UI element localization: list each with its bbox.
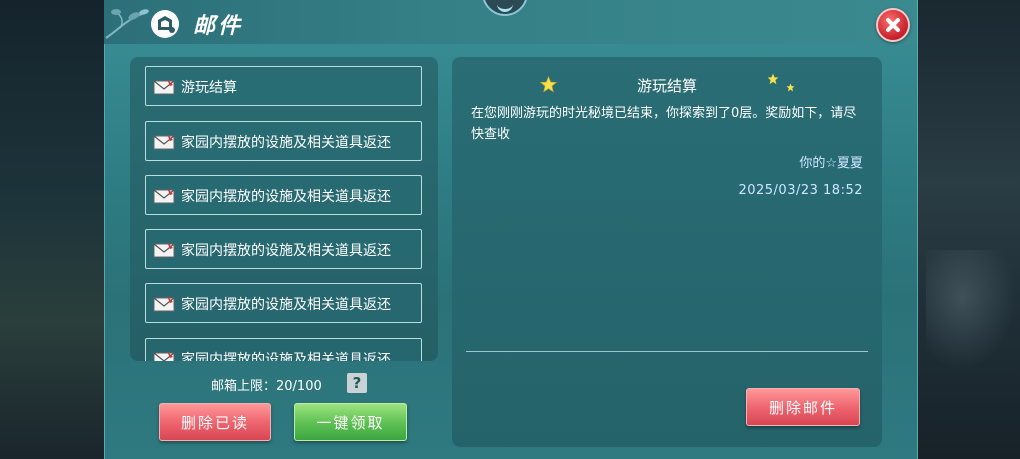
- mail-subject: 家园内摆放的设施及相关道具返还: [181, 243, 391, 259]
- delete-read-button[interactable]: 删除已读: [159, 403, 271, 441]
- mail-subject: 游玩结算: [181, 80, 237, 96]
- help-button[interactable]: ?: [347, 373, 367, 393]
- envelope-icon: [153, 79, 175, 95]
- envelope-icon: [153, 242, 175, 258]
- mail-list-item[interactable]: 家园内摆放的设施及相关道具返还: [145, 283, 422, 323]
- page-title: 邮件: [193, 14, 244, 39]
- mail-list[interactable]: 游玩结算 家园内摆放的设施及相关道具返还 家园内摆放的设施及相关道具返还 家园内…: [130, 57, 438, 361]
- divider: [466, 351, 868, 352]
- mail-subject: 家园内摆放的设施及相关道具返还: [181, 352, 391, 361]
- mail-detail-panel: 游玩结算 在您刚刚游玩的时光秘境已结束，你探索到了0层。奖励如下，请尽快查收 你…: [452, 57, 882, 447]
- envelope-icon: [153, 296, 175, 312]
- mail-subject: 家园内摆放的设施及相关道具返还: [181, 297, 391, 313]
- mail-list-item[interactable]: 家园内摆放的设施及相关道具返还: [145, 121, 422, 161]
- mail-detail-title: 游玩结算: [636, 77, 697, 95]
- envelope-icon: [153, 351, 175, 361]
- mail-logo-icon: [151, 10, 179, 38]
- mail-list-item[interactable]: 家园内摆放的设施及相关道具返还: [145, 338, 422, 361]
- envelope-icon: [153, 188, 175, 204]
- mail-sender: 你的☆夏夏: [799, 156, 863, 171]
- mail-list-item[interactable]: 家园内摆放的设施及相关道具返还: [145, 229, 422, 269]
- claim-all-button[interactable]: 一键领取: [294, 403, 407, 441]
- delete-mail-button[interactable]: 删除邮件: [746, 388, 860, 426]
- mailbox-capacity: 邮箱上限：20/100: [211, 379, 322, 394]
- mail-list-item[interactable]: 游玩结算: [145, 66, 422, 106]
- close-button[interactable]: [876, 8, 910, 42]
- mail-subject: 家园内摆放的设施及相关道具返还: [181, 189, 391, 205]
- mail-list-item[interactable]: 家园内摆放的设施及相关道具返还: [145, 175, 422, 215]
- background-left: [0, 0, 104, 459]
- background-right: [916, 0, 1020, 459]
- mail-detail-body: 在您刚刚游玩的时光秘境已结束，你探索到了0层。奖励如下，请尽快查收: [471, 106, 857, 142]
- envelope-icon: [153, 134, 175, 150]
- mail-date: 2025/03/23 18:52: [738, 183, 863, 198]
- mail-subject: 家园内摆放的设施及相关道具返还: [181, 135, 391, 151]
